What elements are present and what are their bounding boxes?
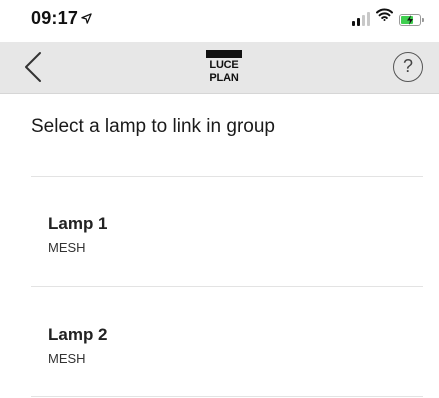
screen: 09:17 LUCE PLAN ? Select a lamp to link … (0, 0, 439, 398)
divider (31, 176, 423, 177)
lamp-list-item-1[interactable]: Lamp 1 MESH (48, 214, 408, 294)
back-button[interactable] (20, 50, 50, 84)
chevron-left-icon (25, 52, 41, 82)
divider (31, 286, 423, 287)
page-title: Select a lamp to link in group (31, 116, 275, 137)
status-icons (352, 8, 424, 26)
lamp-name: Lamp 1 (48, 214, 108, 233)
status-bar: 09:17 (0, 0, 439, 42)
luceplan-logo: LUCE PLAN (206, 50, 242, 84)
battery-charging-icon (399, 14, 424, 26)
lamp-list-item-2[interactable]: Lamp 2 MESH (48, 325, 408, 398)
lamp-type: MESH (48, 240, 86, 255)
navigation-bar: LUCE PLAN ? (0, 42, 439, 94)
logo-line-1: LUCE (209, 59, 239, 71)
cellular-signal-icon (352, 12, 370, 26)
wifi-icon (376, 8, 393, 26)
question-mark-icon: ? (402, 56, 413, 76)
help-button[interactable]: ? (393, 52, 423, 82)
divider (31, 396, 423, 397)
logo-line-2: PLAN (209, 72, 239, 84)
location-arrow-icon (81, 11, 92, 27)
lamp-type: MESH (48, 351, 86, 366)
status-time-text: 09:17 (31, 8, 79, 28)
status-time: 09:17 (31, 8, 92, 29)
lamp-name: Lamp 2 (48, 325, 108, 344)
logo-bar (206, 50, 242, 58)
